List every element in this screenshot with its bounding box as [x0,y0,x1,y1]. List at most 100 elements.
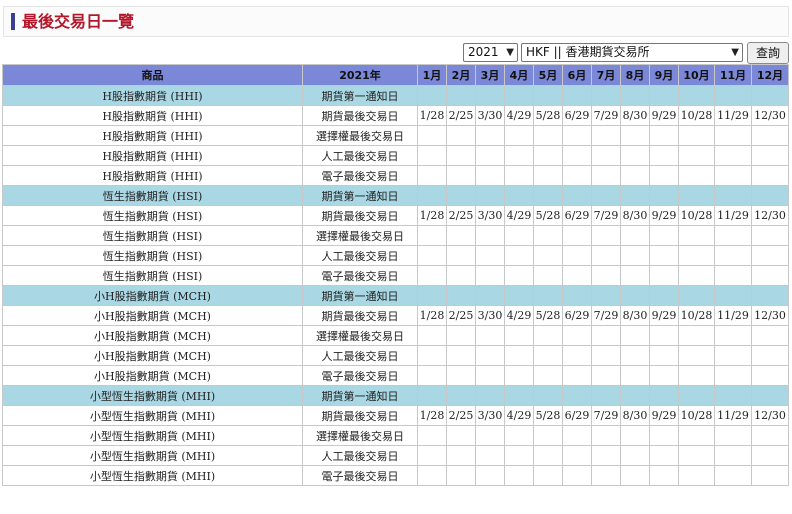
month-date-cell [504,345,534,366]
month-date-cell [591,465,621,486]
product-name-cell: 小型恆生指數期貨 (MHI) [2,445,303,466]
product-name-cell: 小H股指數期貨 (MCH) [2,285,303,306]
date-type-cell: 期貨最後交易日 [302,205,418,226]
month-date-cell [504,365,534,386]
month-date-cell [417,445,447,466]
exchange-select[interactable]: HKF || 香港期貨交易所 ▼ [521,43,743,62]
month-date-cell: 10/28 [678,205,715,226]
column-header: 11月 [714,64,752,86]
month-date-cell [678,385,715,406]
month-date-cell [714,445,752,466]
product-name-cell: 恆生指數期貨 (HSI) [2,265,303,286]
table-row: 小型恆生指數期貨 (MHI) 電子最後交易日 [2,465,789,486]
table-row: 小H股指數期貨 (MCH) 期貨最後交易日 1/28 2/25 3/30 4/29 5/28… [2,305,789,326]
month-date-cell [417,365,447,386]
month-date-cell [620,285,650,306]
table-row: 恆生指數期貨 (HSI) 期貨最後交易日 1/28 2/25 3/30 4/29 5/28 6… [2,205,789,226]
month-date-cell [533,385,563,406]
month-date-cell [714,145,752,166]
month-date-cell: 2/25 [446,205,476,226]
month-date-cell [475,445,505,466]
date-type-cell: 期貨第一通知日 [302,385,418,406]
month-date-cell [714,385,752,406]
month-date-cell [417,385,447,406]
month-date-cell [446,385,476,406]
month-date-cell [446,145,476,166]
month-date-cell [562,325,592,346]
product-name-cell: 小型恆生指數期貨 (MHI) [2,385,303,406]
month-date-cell [562,445,592,466]
month-date-cell: 7/29 [591,305,621,326]
column-header: 9月 [649,64,679,86]
month-date-cell: 6/29 [562,205,592,226]
date-type-cell: 人工最後交易日 [302,145,418,166]
date-type-cell: 電子最後交易日 [302,265,418,286]
date-type-cell: 期貨最後交易日 [302,105,418,126]
month-date-cell: 3/30 [475,405,505,426]
title-marker [11,13,15,30]
month-date-cell [417,425,447,446]
date-type-cell: 期貨第一通知日 [302,85,418,106]
month-date-cell [475,385,505,406]
month-date-cell [475,245,505,266]
month-date-cell [446,285,476,306]
month-date-cell [504,185,534,206]
month-date-cell [751,325,789,346]
month-date-cell: 6/29 [562,105,592,126]
month-date-cell [475,225,505,246]
table-row: H股指數期貨 (HHI) 選擇權最後交易日 [2,125,789,146]
chevron-down-icon: ▼ [506,47,514,58]
month-date-cell [533,145,563,166]
product-name-cell: H股指數期貨 (HHI) [2,145,303,166]
product-name-cell: 小型恆生指數期貨 (MHI) [2,405,303,426]
month-date-cell [678,365,715,386]
month-date-cell [714,345,752,366]
month-date-cell [475,165,505,186]
month-date-cell [678,445,715,466]
month-date-cell [714,85,752,106]
month-date-cell [591,145,621,166]
month-date-cell [417,85,447,106]
month-date-cell [562,345,592,366]
year-select-value: 2021 [468,45,499,59]
month-date-cell [620,365,650,386]
table-row: 小型恆生指數期貨 (MHI) 人工最後交易日 [2,445,789,466]
month-date-cell: 10/28 [678,105,715,126]
product-name-cell: 小H股指數期貨 (MCH) [2,345,303,366]
month-date-cell [751,225,789,246]
month-date-cell [591,245,621,266]
month-date-cell [504,285,534,306]
month-date-cell [446,185,476,206]
year-select[interactable]: 2021 ▼ [463,43,518,62]
month-date-cell: 7/29 [591,205,621,226]
month-date-cell [649,225,679,246]
date-type-cell: 電子最後交易日 [302,465,418,486]
column-header: 1月 [417,64,447,86]
month-date-cell [620,165,650,186]
month-date-cell [591,125,621,146]
date-type-cell: 人工最後交易日 [302,245,418,266]
month-date-cell [417,125,447,146]
month-date-cell: 5/28 [533,305,563,326]
month-date-cell [562,425,592,446]
month-date-cell [620,345,650,366]
date-type-cell: 電子最後交易日 [302,165,418,186]
month-date-cell [446,265,476,286]
month-date-cell [475,425,505,446]
month-date-cell [751,185,789,206]
month-date-cell [678,185,715,206]
column-header: 4月 [504,64,534,86]
month-date-cell: 11/29 [714,105,752,126]
month-date-cell [475,125,505,146]
month-date-cell: 7/29 [591,405,621,426]
query-button[interactable]: 查詢 [747,42,789,64]
month-date-cell [533,125,563,146]
table-row: 小型恆生指數期貨 (MHI) 選擇權最後交易日 [2,425,789,446]
month-date-cell [417,265,447,286]
month-date-cell [446,225,476,246]
month-date-cell: 12/30 [751,405,789,426]
month-date-cell: 7/29 [591,105,621,126]
column-header: 7月 [591,64,621,86]
month-date-cell [417,465,447,486]
month-date-cell [446,345,476,366]
